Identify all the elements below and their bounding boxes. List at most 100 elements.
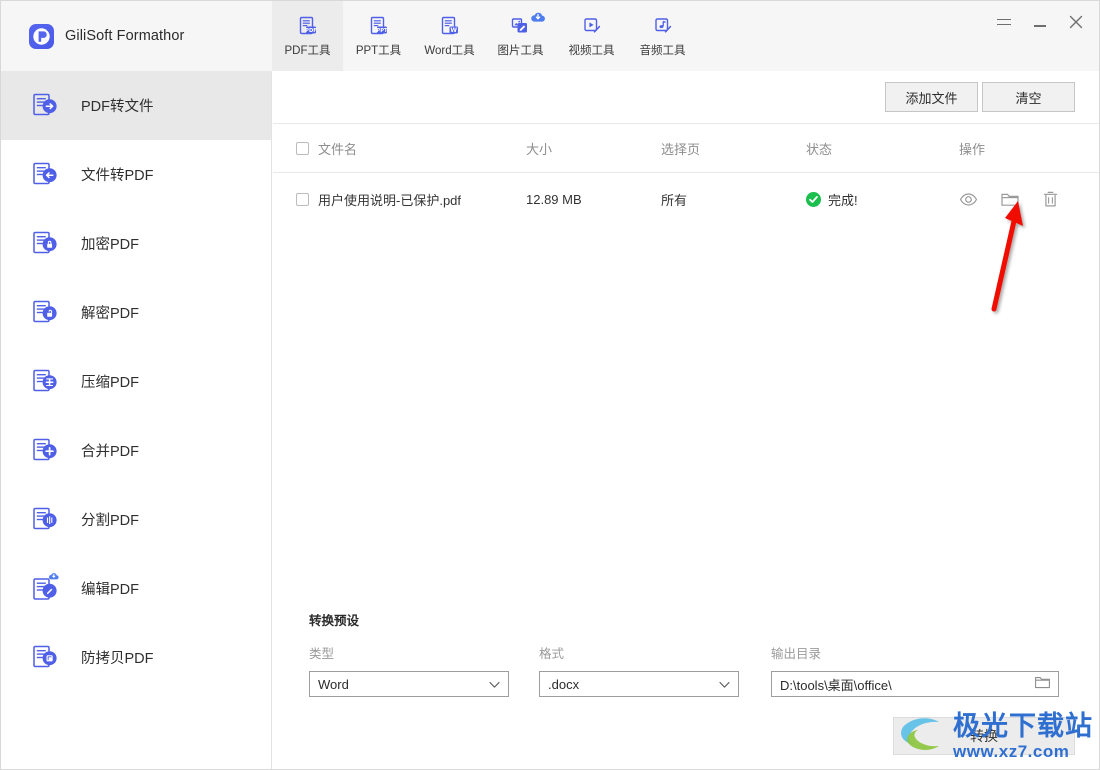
browse-folder-icon[interactable] bbox=[1034, 675, 1051, 693]
table-row: 用户使用说明-已保护.pdf 12.89 MB 所有 完成! bbox=[273, 173, 1099, 225]
pdf-tool-icon: PDF bbox=[297, 15, 319, 37]
conversion-preset-panel: 转换预设 类型 Word 格式 .docx 输出目录 D:\tools\桌面\o… bbox=[273, 610, 1099, 769]
app-title: GiliSoft Formathor bbox=[65, 28, 185, 44]
tab-word-tools[interactable]: W Word工具 bbox=[414, 1, 485, 71]
svg-text:W: W bbox=[450, 27, 457, 34]
convert-row: 转换 bbox=[309, 717, 1099, 755]
anticopy-pdf-icon bbox=[31, 643, 61, 673]
type-select[interactable]: Word bbox=[309, 671, 509, 697]
tool-tabs: PDF PDF工具 PPT PPT工具 W Word工具 图片工具 视频工具 音… bbox=[272, 1, 698, 71]
sidebar-item-edit-pdf[interactable]: 编辑PDF bbox=[1, 554, 271, 623]
format-select-value: .docx bbox=[548, 676, 580, 692]
sidebar-item-pdf-to-file[interactable]: PDF转文件 bbox=[1, 71, 271, 140]
sidebar-item-label: 文件转PDF bbox=[81, 168, 154, 184]
chevron-down-icon bbox=[489, 677, 500, 692]
sidebar-item-merge-pdf[interactable]: 合并PDF bbox=[1, 416, 271, 485]
sidebar-item-label: 编辑PDF bbox=[81, 582, 139, 598]
tab-label: 图片工具 bbox=[497, 44, 544, 57]
ppt-tool-icon: PPT bbox=[368, 15, 390, 37]
convert-button[interactable]: 转换 bbox=[893, 717, 1075, 755]
delete-trash-icon[interactable] bbox=[1042, 190, 1059, 209]
column-header-pages: 选择页 bbox=[661, 141, 701, 157]
cell-size: 12.89 MB bbox=[526, 191, 582, 207]
file-to-pdf-icon bbox=[31, 160, 61, 190]
pdf-to-file-icon bbox=[31, 91, 61, 121]
merge-pdf-icon bbox=[31, 436, 61, 466]
split-pdf-icon bbox=[31, 505, 61, 535]
column-header-size: 大小 bbox=[526, 141, 553, 157]
type-select-value: Word bbox=[318, 676, 349, 692]
status-badge: 完成! bbox=[828, 192, 858, 208]
menu-hamburger-icon[interactable] bbox=[989, 8, 1019, 36]
file-table-header: 文件名 大小 选择页 状态 操作 bbox=[273, 123, 1099, 173]
output-directory-value: D:\tools\桌面\office\ bbox=[780, 677, 892, 693]
sidebar-item-decrypt-pdf[interactable]: 解密PDF bbox=[1, 278, 271, 347]
column-header-filename: 文件名 bbox=[318, 141, 358, 157]
file-toolbar: 添加文件 清空 bbox=[273, 71, 1099, 123]
minimize-button[interactable] bbox=[1025, 8, 1055, 36]
sidebar: PDF转文件 文件转PDF 加密PDF 解密PDF 压缩PDF 合并PDF 分割… bbox=[1, 71, 272, 769]
open-folder-icon[interactable] bbox=[1000, 190, 1020, 209]
output-directory-input[interactable]: D:\tools\桌面\office\ bbox=[771, 671, 1059, 697]
cell-actions bbox=[951, 190, 1091, 209]
decrypt-pdf-icon bbox=[31, 298, 61, 328]
sidebar-item-file-to-pdf[interactable]: 文件转PDF bbox=[1, 140, 271, 209]
tab-video-tools[interactable]: 视频工具 bbox=[556, 1, 627, 71]
sidebar-item-anticopy-pdf[interactable]: 防拷贝PDF bbox=[1, 623, 271, 692]
column-header-status: 状态 bbox=[806, 141, 833, 157]
sidebar-item-label: PDF转文件 bbox=[81, 99, 154, 115]
tab-pdf-tools[interactable]: PDF PDF工具 bbox=[272, 1, 343, 71]
top-bar: GiliSoft Formathor PDF PDF工具 PPT PPT工具 W… bbox=[1, 1, 1099, 71]
cell-status: 完成! bbox=[806, 190, 951, 209]
format-label: 格式 bbox=[539, 647, 565, 661]
app-window: GiliSoft Formathor PDF PDF工具 PPT PPT工具 W… bbox=[0, 0, 1100, 770]
sidebar-item-label: 合并PDF bbox=[81, 444, 139, 460]
tab-audio-tools[interactable]: 音频工具 bbox=[627, 1, 698, 71]
video-tool-icon bbox=[581, 15, 603, 37]
app-logo-icon bbox=[29, 23, 54, 49]
svg-text:PDF: PDF bbox=[305, 28, 317, 34]
output-directory-field: 输出目录 D:\tools\桌面\office\ bbox=[771, 643, 1059, 697]
audio-tool-icon bbox=[652, 15, 674, 37]
sidebar-item-encrypt-pdf[interactable]: 加密PDF bbox=[1, 209, 271, 278]
tab-label: PDF工具 bbox=[284, 44, 331, 57]
edit-pdf-icon bbox=[31, 572, 61, 604]
format-select[interactable]: .docx bbox=[539, 671, 739, 697]
word-tool-icon: W bbox=[439, 15, 461, 37]
close-button[interactable] bbox=[1061, 8, 1091, 36]
sidebar-item-split-pdf[interactable]: 分割PDF bbox=[1, 485, 271, 554]
status-success-icon bbox=[806, 191, 821, 207]
select-all-checkbox[interactable] bbox=[296, 141, 309, 155]
cell-pages: 所有 bbox=[661, 192, 688, 208]
tab-label: Word工具 bbox=[424, 44, 475, 57]
sidebar-item-label: 分割PDF bbox=[81, 513, 139, 529]
clear-button[interactable]: 清空 bbox=[982, 82, 1075, 112]
tab-ppt-tools[interactable]: PPT PPT工具 bbox=[343, 1, 414, 71]
tab-label: 视频工具 bbox=[568, 44, 615, 57]
tab-image-tools[interactable]: 图片工具 bbox=[485, 1, 556, 71]
compress-pdf-icon bbox=[31, 367, 61, 397]
preset-fields: 类型 Word 格式 .docx 输出目录 D:\tools\桌面\office… bbox=[309, 643, 1099, 697]
preview-eye-icon[interactable] bbox=[959, 190, 978, 209]
select-all-cell bbox=[273, 141, 318, 155]
encrypt-pdf-icon bbox=[31, 229, 61, 259]
row-checkbox[interactable] bbox=[296, 192, 309, 206]
sidebar-item-label: 防拷贝PDF bbox=[81, 651, 154, 667]
column-header-actions: 操作 bbox=[959, 141, 986, 157]
cloud-download-badge-icon bbox=[530, 10, 546, 28]
format-field: 格式 .docx bbox=[539, 643, 739, 697]
sidebar-item-compress-pdf[interactable]: 压缩PDF bbox=[1, 347, 271, 416]
type-field: 类型 Word bbox=[309, 643, 509, 697]
add-files-button[interactable]: 添加文件 bbox=[885, 82, 978, 112]
image-tool-icon bbox=[510, 12, 545, 37]
svg-text:PPT: PPT bbox=[376, 28, 388, 34]
row-select-cell bbox=[273, 192, 318, 206]
tab-label: 音频工具 bbox=[639, 44, 686, 57]
main-panel: 添加文件 清空 文件名 大小 选择页 状态 操作 用户使用说明-已保护.pdf … bbox=[273, 71, 1099, 769]
chevron-down-icon bbox=[719, 677, 730, 692]
preset-title: 转换预设 bbox=[309, 614, 360, 628]
type-label: 类型 bbox=[309, 647, 335, 661]
brand: GiliSoft Formathor bbox=[1, 1, 272, 71]
sidebar-item-label: 解密PDF bbox=[81, 306, 139, 322]
output-directory-label: 输出目录 bbox=[771, 647, 822, 661]
